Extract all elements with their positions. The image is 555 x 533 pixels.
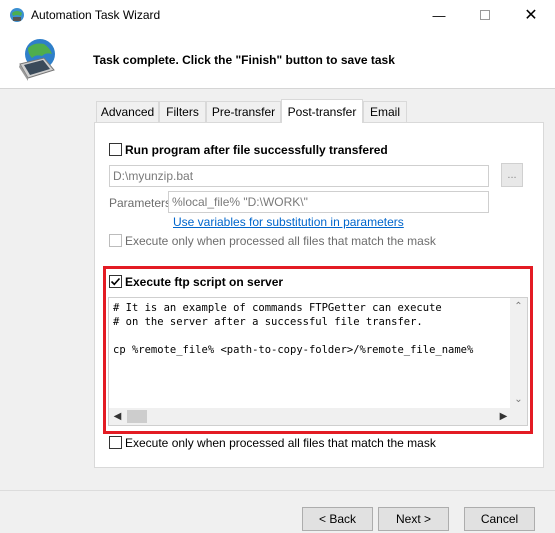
footer-divider: [0, 490, 555, 491]
tab-advanced[interactable]: Advanced: [96, 101, 159, 122]
minimize-icon: —: [432, 7, 446, 23]
highlight-annotation: [103, 266, 533, 434]
run-program-checkbox[interactable]: [109, 143, 122, 156]
parameters-value: %local_file% "D:\WORK\": [172, 195, 308, 209]
tab-filters[interactable]: Filters: [159, 101, 206, 122]
app-icon: [10, 8, 24, 22]
run-program-label: Run program after file successfully tran…: [125, 143, 388, 157]
browse-label: ...: [507, 169, 517, 181]
next-label: Next >: [395, 512, 431, 526]
wizard-header: Task complete. Click the "Finish" button…: [0, 30, 555, 89]
execute-mask-checkbox-2[interactable]: [109, 436, 122, 449]
header-message: Task complete. Click the "Finish" button…: [93, 53, 395, 67]
execute-mask-label-1: Execute only when processed all files th…: [125, 234, 436, 248]
tab-label: Filters: [166, 105, 199, 119]
close-icon: ✕: [524, 7, 538, 24]
ftp-script-checkbox[interactable]: [109, 275, 122, 288]
tab-email[interactable]: Email: [363, 101, 407, 122]
window-title: Automation Task Wizard: [31, 8, 161, 22]
tab-label: Advanced: [100, 105, 155, 119]
tab-label: Post-transfer: [287, 104, 357, 119]
tab-label: Email: [369, 105, 400, 119]
title-bar: Automation Task Wizard — ✕: [0, 0, 555, 30]
execute-mask-label-2: Execute only when processed all files th…: [125, 436, 436, 450]
parameters-label: Parameters: [109, 196, 172, 210]
back-button[interactable]: < Back: [302, 507, 373, 531]
maximize-icon: [480, 10, 490, 20]
ftp-script-label: Execute ftp script on server: [125, 275, 284, 289]
tab-pre-transfer[interactable]: Pre-transfer: [206, 101, 281, 122]
tab-label: Pre-transfer: [211, 105, 276, 119]
back-label: < Back: [318, 512, 357, 526]
maximize-button[interactable]: [462, 0, 508, 30]
execute-mask-checkbox-1[interactable]: [109, 234, 122, 247]
parameters-field[interactable]: %local_file% "D:\WORK\": [168, 191, 489, 213]
laptop-globe-icon: [19, 39, 55, 81]
program-path-value: D:\myunzip.bat: [113, 169, 194, 183]
cancel-button[interactable]: Cancel: [464, 507, 535, 531]
tab-post-transfer[interactable]: Post-transfer: [281, 99, 363, 123]
program-path-field[interactable]: D:\myunzip.bat: [109, 165, 489, 187]
next-button[interactable]: Next >: [378, 507, 449, 531]
browse-button[interactable]: ...: [501, 163, 523, 187]
cancel-label: Cancel: [480, 512, 519, 526]
checkmark-icon: [110, 277, 121, 286]
variables-link[interactable]: Use variables for substitution in parame…: [173, 215, 404, 229]
close-button[interactable]: ✕: [508, 0, 554, 30]
minimize-button[interactable]: —: [416, 0, 462, 30]
